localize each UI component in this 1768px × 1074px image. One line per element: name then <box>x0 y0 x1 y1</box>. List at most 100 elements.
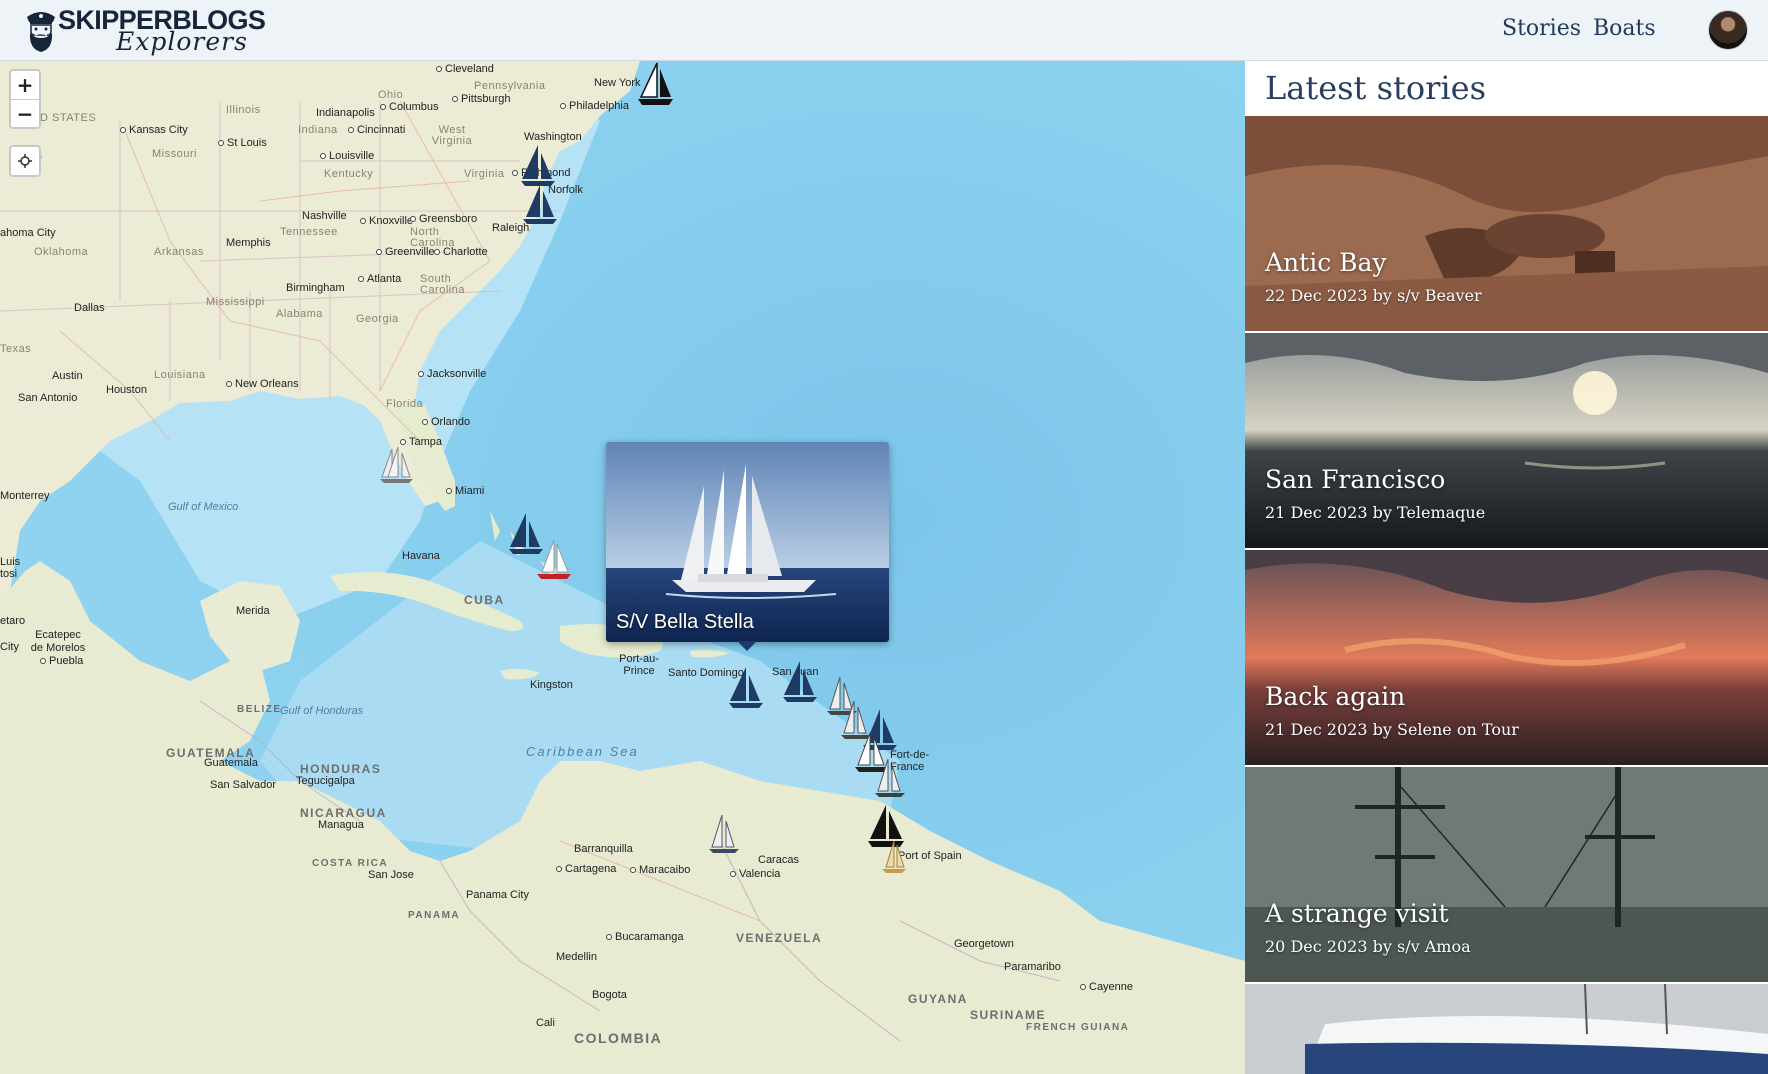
brand-logo[interactable]: SKIPPERBLOGS Explorers <box>24 5 266 57</box>
boat-marker[interactable] <box>726 665 766 711</box>
story-meta: 20 Dec 2023 by s/v Amoa <box>1265 937 1471 956</box>
map-label: SURINAME <box>970 1008 1047 1022</box>
boat-marker[interactable] <box>874 831 914 877</box>
map-label: Georgetown <box>954 938 1014 950</box>
story-by: by <box>1372 937 1392 956</box>
boat-marker[interactable] <box>376 441 416 487</box>
map-label: Kingston <box>530 679 573 691</box>
story-by: by <box>1372 503 1392 522</box>
map-label: Medellin <box>556 951 597 963</box>
map-label: Port-au-Prince <box>619 653 659 678</box>
map-label: Indiana <box>298 124 338 136</box>
map-label: Memphis <box>226 237 271 249</box>
map-label: tosi <box>0 568 18 580</box>
nav-boats-link[interactable]: Boats <box>1593 16 1656 41</box>
story-card[interactable] <box>1245 984 1768 1074</box>
map-label: Nashville <box>302 210 347 222</box>
story-meta: 21 Dec 2023 by Selene on Tour <box>1265 720 1519 739</box>
map-label: Greenville <box>376 247 435 258</box>
map-label: Miami <box>446 486 484 497</box>
map-label: Tennessee <box>280 226 338 238</box>
map-label: Jacksonville <box>418 369 486 380</box>
top-header: SKIPPERBLOGS Explorers Stories Boats <box>0 0 1768 61</box>
zoom-in-button[interactable]: + <box>11 71 39 99</box>
map-label: PANAMA <box>408 910 461 921</box>
story-meta: 22 Dec 2023 by s/v Beaver <box>1265 286 1482 305</box>
story-title: Back again <box>1265 682 1406 711</box>
map-label: Dallas <box>74 302 105 314</box>
map-label: Guatemala <box>204 757 258 769</box>
nav-stories-link[interactable]: Stories <box>1502 16 1581 41</box>
map-label: Washington <box>524 131 582 143</box>
map-label: Ohio <box>378 89 404 101</box>
boat-marker[interactable] <box>635 61 675 107</box>
map-label: Maracaibo <box>630 865 690 876</box>
story-card[interactable]: Back again 21 Dec 2023 by Selene on Tour <box>1245 550 1768 765</box>
stories-sidebar: Latest stories Antic Bay 22 Dec 2023 by … <box>1245 61 1768 1074</box>
captain-icon <box>27 12 55 52</box>
boat-marker[interactable] <box>704 811 744 857</box>
map-label: Houston <box>106 384 147 396</box>
map-label: ahoma City <box>0 227 56 239</box>
map-label: Kentucky <box>324 168 374 180</box>
story-boat[interactable]: Selene on Tour <box>1397 720 1519 739</box>
story-boat[interactable]: Telemaque <box>1397 503 1485 522</box>
map-label: BELIZE <box>237 704 282 715</box>
map-label: Puebla <box>40 656 83 667</box>
map-label: Ecatepec de Morelos <box>30 629 86 654</box>
map-label: St Louis <box>218 138 267 149</box>
map-label: Barranquilla <box>574 843 633 855</box>
story-by: by <box>1372 720 1392 739</box>
map-label: Valencia <box>730 869 780 880</box>
map-label: Pennsylvania <box>474 80 546 92</box>
boat-marker[interactable] <box>780 659 820 705</box>
map-label: Monterrey <box>0 490 50 502</box>
map-label: Louisiana <box>154 369 206 381</box>
map-label: Cayenne <box>1080 982 1133 993</box>
story-boat[interactable]: s/v Beaver <box>1397 286 1482 305</box>
map-label: Cartagena <box>556 864 616 875</box>
map-label: Alabama <box>276 308 323 320</box>
map-label: VENEZUELA <box>736 931 823 945</box>
map-label: Cali <box>536 1017 555 1029</box>
sidebar-title: Latest stories <box>1265 69 1487 107</box>
story-card[interactable]: A strange visit 20 Dec 2023 by s/v Amoa <box>1245 767 1768 982</box>
map-label: Texas <box>0 343 32 355</box>
map-label: Indianapolis <box>316 107 375 119</box>
map-label: Georgia <box>356 313 399 325</box>
boat-marker[interactable] <box>534 536 574 582</box>
map-view[interactable]: D STATES Cleveland New York Philadelphia… <box>0 61 1245 1074</box>
story-card[interactable]: Antic Bay 22 Dec 2023 by s/v Beaver <box>1245 116 1768 331</box>
map-label: Managua <box>318 819 364 831</box>
zoom-out-button[interactable]: − <box>11 99 39 127</box>
story-date: 22 Dec 2023 <box>1265 286 1368 305</box>
map-label: Gulf of Mexico <box>168 501 239 513</box>
zoom-control: + − <box>9 69 41 129</box>
map-label: Pittsburgh <box>452 94 511 105</box>
story-boat[interactable]: s/v Amoa <box>1397 937 1471 956</box>
map-label: Philadelphia <box>560 101 629 112</box>
boat-marker[interactable] <box>870 755 910 801</box>
map-label: HONDURAS <box>300 762 382 776</box>
story-by: by <box>1372 286 1392 305</box>
map-label: City <box>0 641 19 653</box>
story-date: 20 Dec 2023 <box>1265 937 1368 956</box>
popup-title: S/V Bella Stella <box>616 611 754 633</box>
map-label: Columbus <box>380 102 439 113</box>
locate-button[interactable] <box>9 145 41 177</box>
map-label: COLOMBIA <box>574 1030 663 1046</box>
story-card[interactable]: San Francisco 21 Dec 2023 by Telemaque <box>1245 333 1768 548</box>
map-label: New Orleans <box>226 379 299 390</box>
popup-pointer <box>737 641 757 651</box>
user-avatar[interactable] <box>1708 10 1748 50</box>
story-title: A strange visit <box>1265 899 1449 928</box>
map-label: South Carolina <box>420 273 465 296</box>
map-label: Austin <box>52 370 83 382</box>
map-label: Cleveland <box>436 64 494 75</box>
boat-marker[interactable] <box>520 181 560 227</box>
map-label: Mississippi <box>206 296 265 308</box>
boat-popup[interactable]: S/V Bella Stella <box>606 442 889 642</box>
map-label: Panama City <box>466 889 529 901</box>
map-label: Bogota <box>592 989 627 1001</box>
map-label: Oklahoma <box>34 246 89 258</box>
